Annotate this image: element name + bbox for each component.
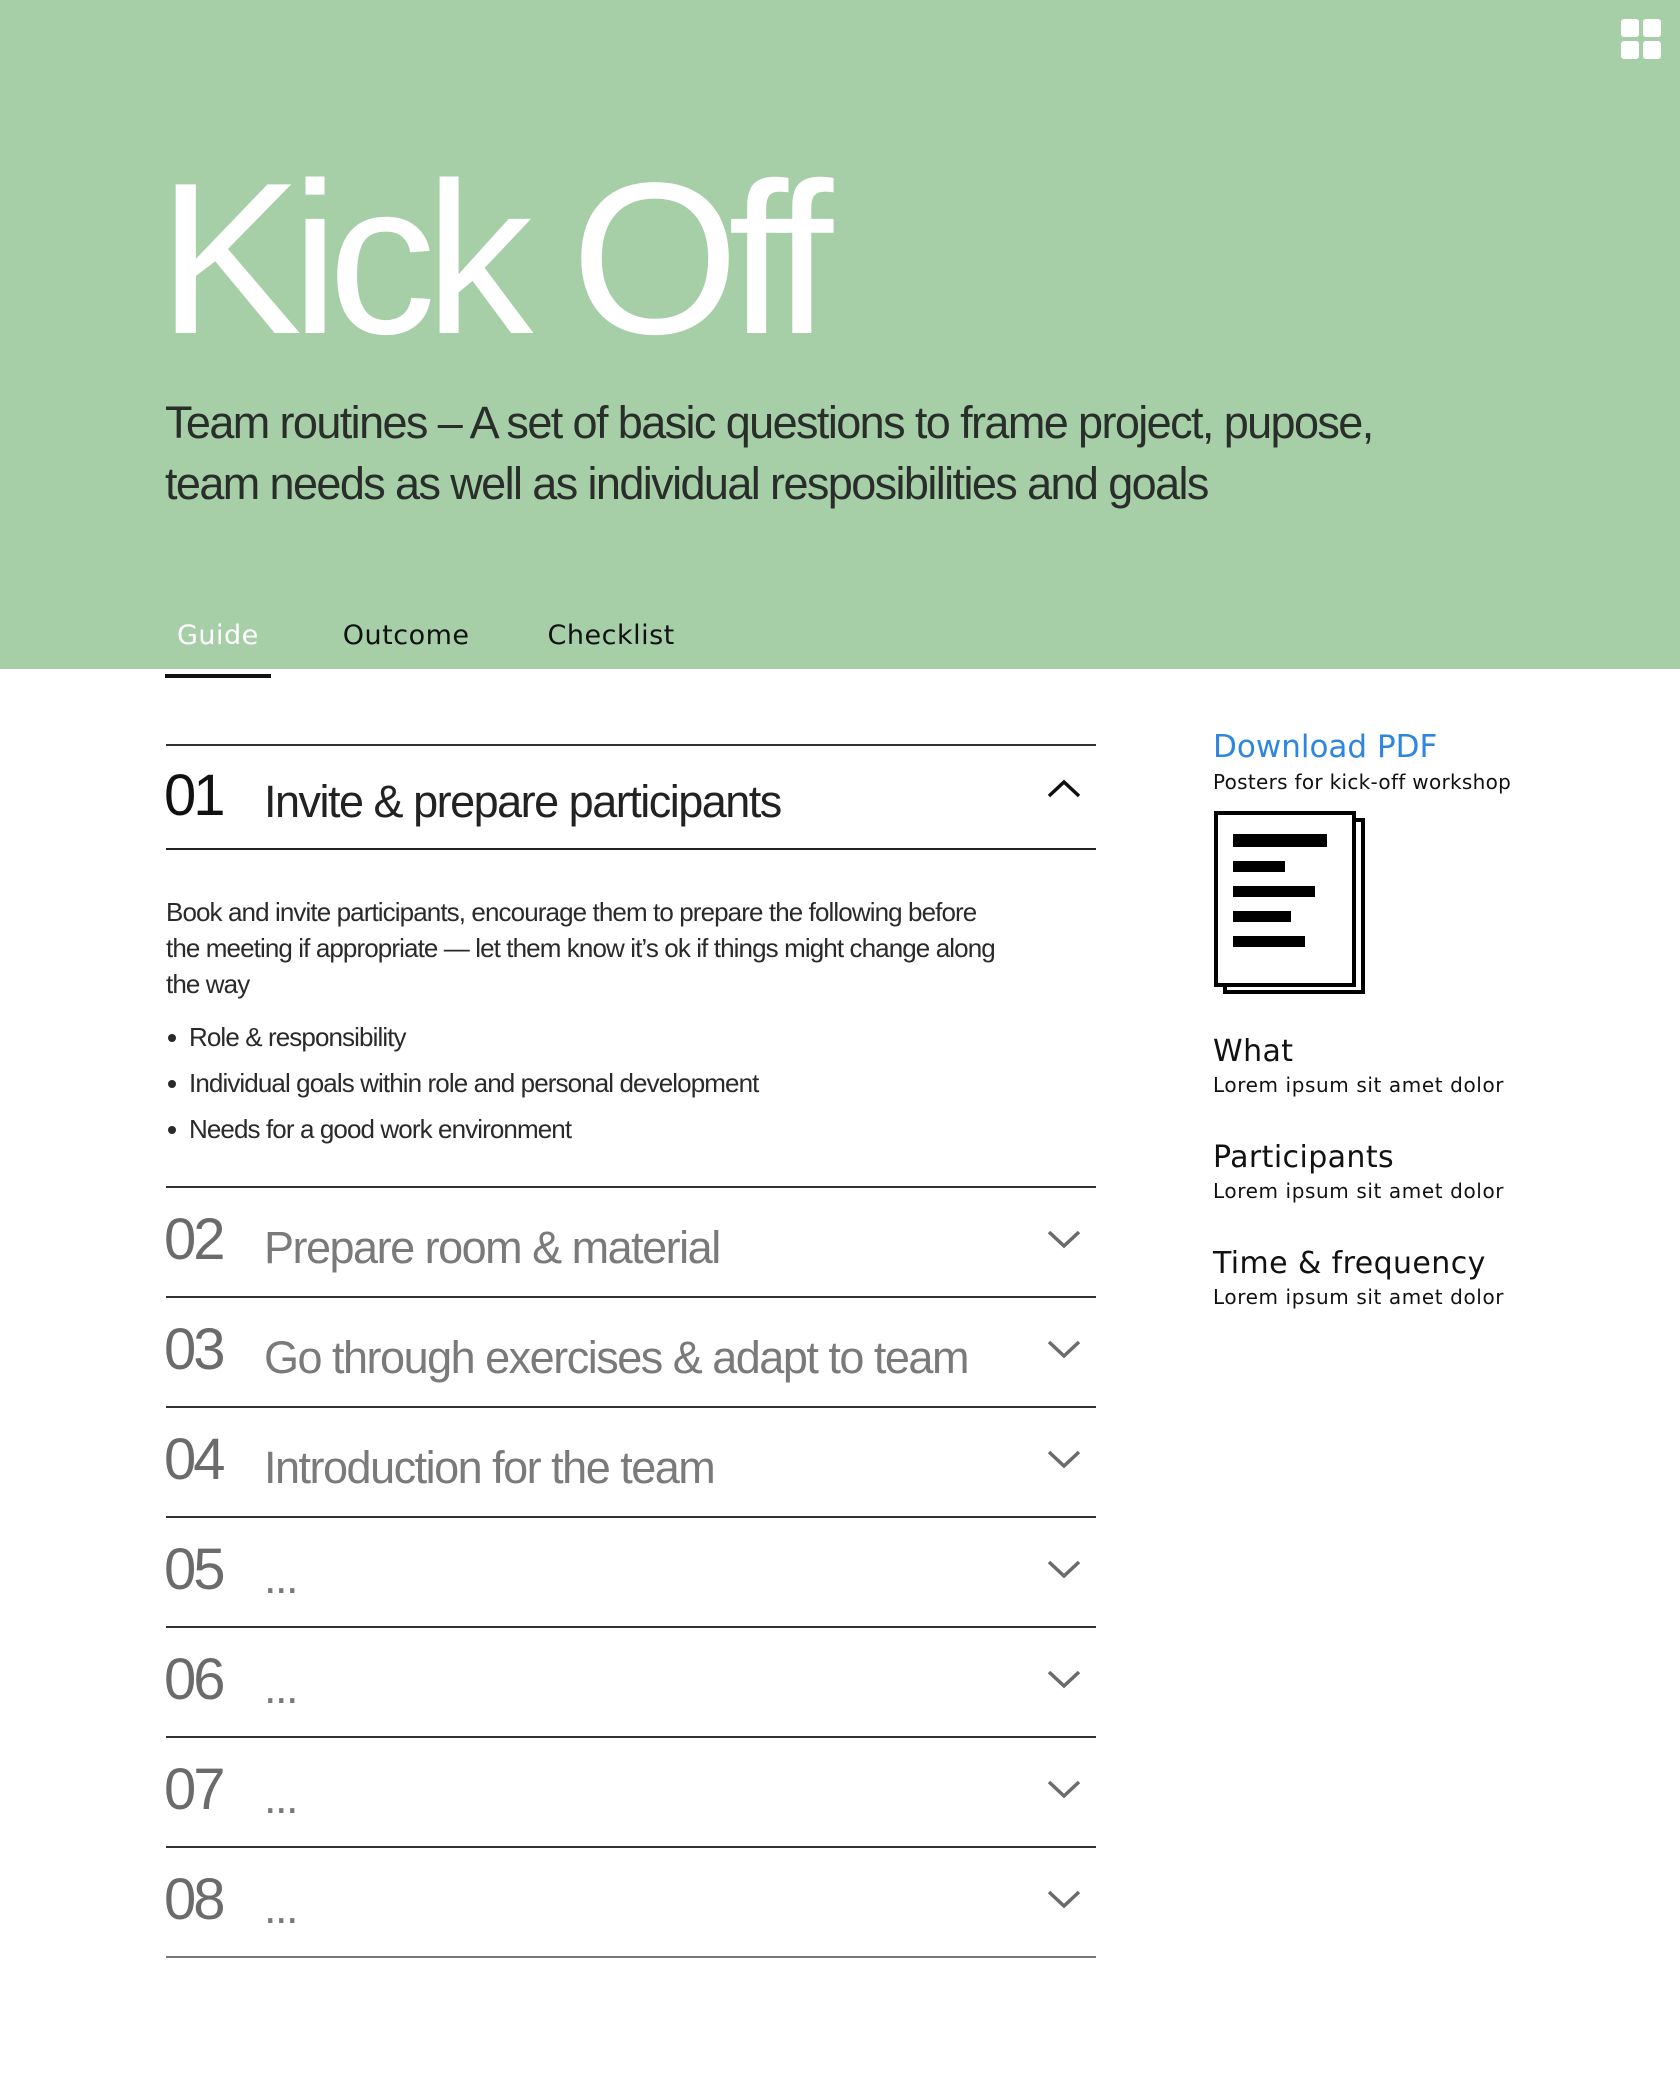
page-subtitle-line-1: Team routines – A set of basic questions… [165,397,1374,448]
meta-value: Lorem ipsum sit amet dolor [1213,1285,1505,1309]
step-number: 04 [164,1427,225,1492]
chevron-down-icon[interactable] [1046,1336,1082,1362]
page-subtitle-line-2: team needs as well as individual resposi… [165,458,1209,509]
chevron-down-icon[interactable] [1046,1776,1082,1802]
step-header[interactable]: 08 ... [164,1848,1096,1956]
meta-what: What Lorem ipsum sit amet dolor [1213,1032,1593,1098]
download-pdf-link[interactable]: Download PDF [1213,726,1593,768]
meta-value: Lorem ipsum sit amet dolor [1213,1073,1505,1097]
step-item: 06 ... [164,1626,1096,1736]
step-item: 05 ... [164,1516,1096,1626]
step-item: 07 ... [164,1736,1096,1846]
header-band: Kick Off Team routines – A set of basic … [0,0,1680,678]
page-title: Kick Off [158,137,833,379]
step-title: ... [264,1882,299,1933]
step-bullet: Role & responsibility [166,1014,1096,1060]
step-item: 03 Go through exercises & adapt to team [164,1296,1096,1406]
step-header[interactable]: 02 Prepare room & material [164,1188,1096,1296]
step-item: 01 Invite & prepare participants Book an… [164,744,1096,1186]
step-title: Introduction for the team [264,1442,716,1493]
step-number: 08 [164,1867,225,1932]
step-header[interactable]: 07 ... [164,1738,1096,1846]
step-item: 02 Prepare room & material [164,1186,1096,1296]
chevron-down-icon[interactable] [1046,1556,1082,1582]
meta-label: What [1213,1034,1294,1069]
chevron-up-icon[interactable] [1046,776,1082,802]
step-bullet-list: Role & responsibility Individual goals w… [166,1014,1096,1152]
step-number: 05 [164,1537,225,1602]
step-title: Prepare room & material [264,1222,721,1273]
page-subtitle: Team routines – A set of basic questions… [165,392,1405,514]
chevron-down-icon[interactable] [1046,1666,1082,1692]
meta-label: Participants [1213,1140,1395,1175]
step-bullet: Needs for a good work environment [166,1106,1096,1152]
meta-value: Lorem ipsum sit amet dolor [1213,1179,1505,1203]
step-title: Invite & prepare participants [264,776,782,827]
step-number: 03 [164,1317,225,1382]
step-header[interactable]: 01 Invite & prepare participants [164,746,1096,850]
meta-participants: Participants Lorem ipsum sit amet dolor [1213,1138,1593,1204]
document-icon[interactable] [1213,810,1367,996]
steps-accordion: 01 Invite & prepare participants Book an… [164,744,1096,1958]
step-number: 01 [164,763,225,828]
step-title: ... [264,1662,299,1713]
step-header[interactable]: 05 ... [164,1518,1096,1626]
download-description: Posters for kick-off workshop [1213,770,1512,794]
meta-time-frequency: Time & frequency Lorem ipsum sit amet do… [1213,1244,1593,1310]
chevron-down-icon[interactable] [1046,1446,1082,1472]
chevron-down-icon[interactable] [1046,1886,1082,1912]
chevron-down-icon[interactable] [1046,1226,1082,1252]
step-description: Book and invite participants, encourage … [166,897,996,999]
tab-outcome[interactable]: Outcome [343,612,470,669]
step-number: 02 [164,1207,225,1272]
step-number: 06 [164,1647,225,1712]
tab-checklist[interactable]: Checklist [548,612,675,669]
meta-label: Time & frequency [1213,1246,1486,1281]
step-title: ... [264,1772,299,1823]
step-title: ... [264,1552,299,1603]
tab-guide[interactable]: Guide [165,612,271,678]
step-number: 07 [164,1757,225,1822]
sidebar: Download PDF Posters for kick-off worksh… [1213,726,1593,1310]
step-header[interactable]: 03 Go through exercises & adapt to team [164,1298,1096,1406]
step-header[interactable]: 04 Introduction for the team [164,1408,1096,1516]
step-item: 04 Introduction for the team [164,1406,1096,1516]
tab-bar: Guide Outcome Checklist [165,612,675,678]
step-content: Book and invite participants, encourage … [166,850,1096,1186]
step-header[interactable]: 06 ... [164,1628,1096,1736]
grid-apps-icon[interactable] [1621,19,1661,59]
step-title: Go through exercises & adapt to team [264,1332,969,1383]
step-item: 08 ... [164,1846,1096,1958]
step-bullet: Individual goals within role and persona… [166,1060,1096,1106]
